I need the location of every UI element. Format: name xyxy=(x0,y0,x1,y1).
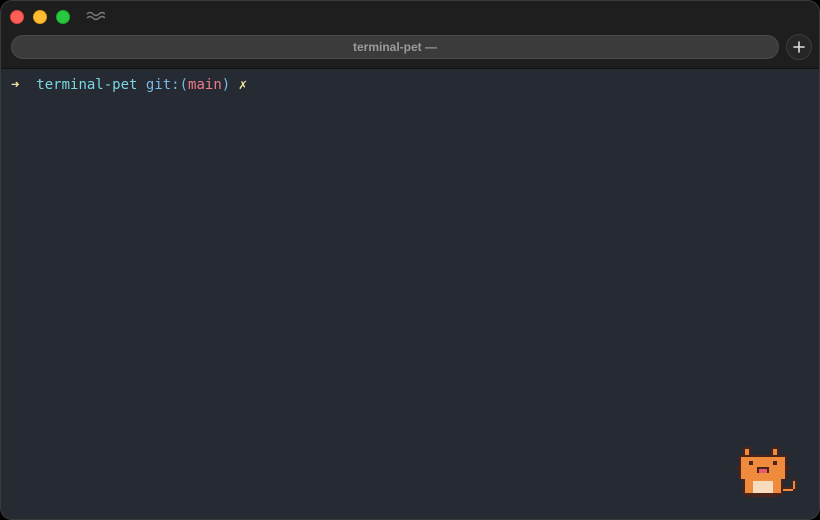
title-bar[interactable]: terminal-pet — xyxy=(1,1,819,69)
tab-terminal-pet[interactable]: terminal-pet — xyxy=(11,35,779,59)
terminal-output[interactable]: ➜ terminal-pet git:(main) ✗ xyxy=(1,69,819,519)
prompt-line: ➜ terminal-pet git:(main) ✗ xyxy=(11,77,247,93)
maximize-button[interactable] xyxy=(56,10,70,24)
cat-pet-icon[interactable] xyxy=(735,447,803,499)
terminal-window: terminal-pet — ➜ terminal-pet git:(main)… xyxy=(0,0,820,520)
dirty-marker: ✗ xyxy=(238,77,248,93)
git-prefix: git:( xyxy=(145,77,189,93)
minimize-button[interactable] xyxy=(33,10,47,24)
git-branch: main xyxy=(188,77,222,93)
plus-icon xyxy=(793,41,805,53)
prompt-directory: terminal-pet xyxy=(36,77,138,93)
new-tab-button[interactable] xyxy=(786,34,812,60)
git-suffix: ) xyxy=(221,77,231,93)
prompt-arrow: ➜ xyxy=(11,77,20,93)
close-button[interactable] xyxy=(10,10,24,24)
wave-icon xyxy=(86,11,105,21)
tab-title: terminal-pet — xyxy=(352,40,437,54)
